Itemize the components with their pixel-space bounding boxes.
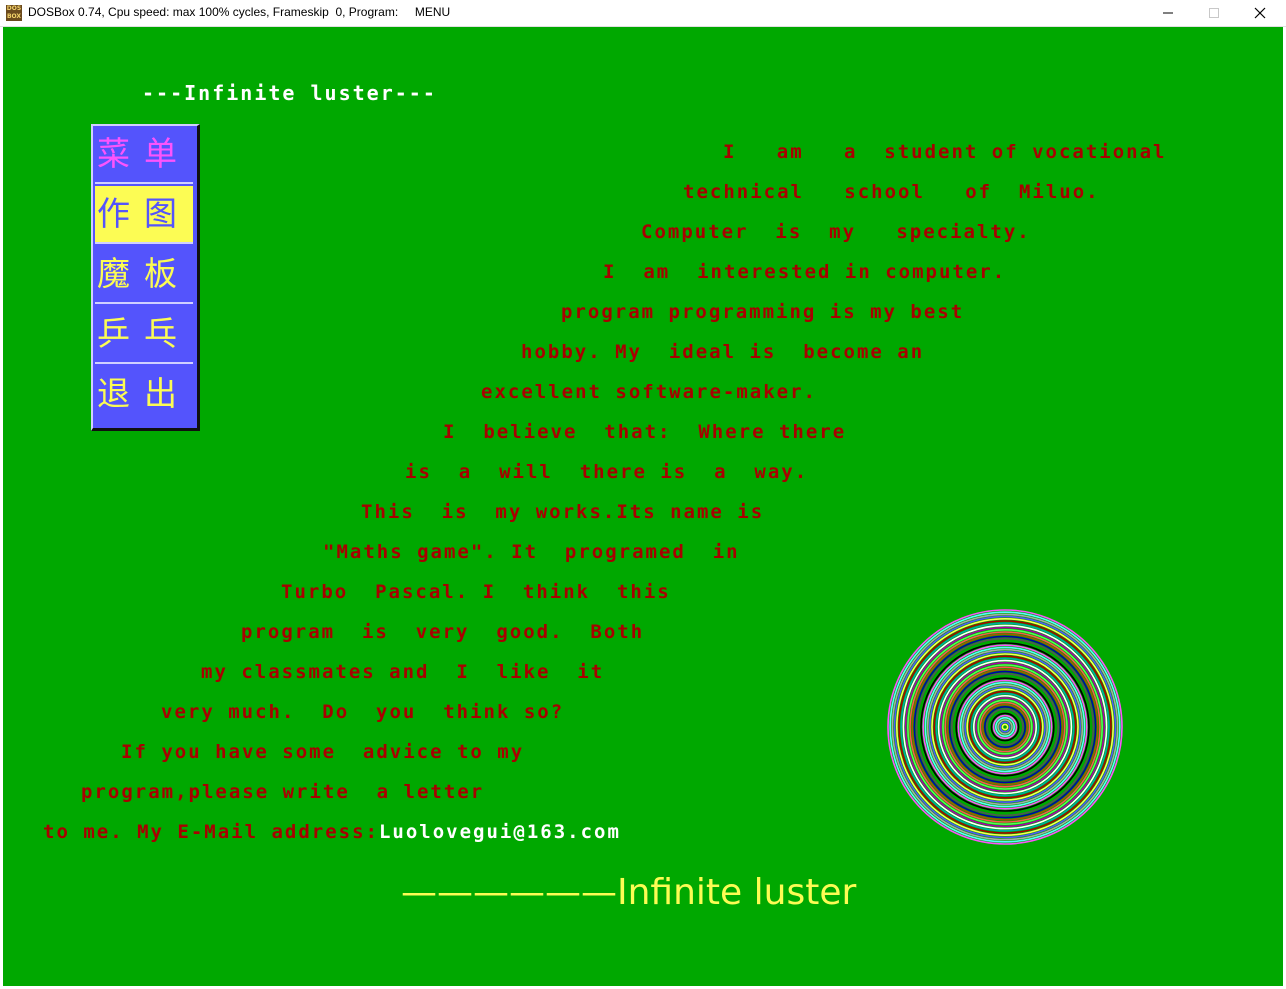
story-line: Turbo Pascal. I think this: [281, 581, 671, 603]
dosbox-icon[interactable]: DOS BOX: [6, 5, 22, 21]
story-line: This is my works.Its name is: [361, 501, 765, 523]
ring: [920, 642, 1090, 812]
story-line: my classmates and I like it: [201, 661, 605, 683]
story-line: I am interested in computer.: [603, 261, 1007, 283]
menu-item-label: 菜单: [97, 134, 191, 173]
dos-screen[interactable]: ---Infinite luster--- 菜单 作图 魔板 乒乓 退出 I a…: [3, 27, 1283, 986]
footer-signature: ——————Infinite luster: [401, 872, 857, 913]
menu-item-magic-board[interactable]: 魔板: [95, 246, 193, 304]
ring: [926, 648, 1084, 806]
ring: [898, 620, 1112, 834]
ring: [986, 708, 1024, 746]
ring: [942, 664, 1068, 790]
menu-item-label: 魔板: [97, 254, 191, 293]
menu-item-label: 退出: [97, 374, 191, 413]
window-title: DOSBox 0.74, Cpu speed: max 100% cycles,…: [28, 5, 451, 19]
menu-item-draw[interactable]: 作图: [95, 186, 193, 244]
email-address: Luolovegui@163.com: [378, 821, 621, 843]
story-line: hobby. My ideal is become an: [521, 341, 925, 363]
minimize-button[interactable]: [1145, 0, 1191, 26]
story-line: excellent software-maker.: [481, 381, 817, 403]
close-button[interactable]: [1237, 0, 1283, 26]
ring: [992, 714, 1018, 740]
ring: [970, 692, 1040, 762]
email-label: to me. My E-Mail address:: [43, 821, 379, 843]
title-bar[interactable]: DOS BOX DOSBox 0.74, Cpu speed: max 100% …: [0, 0, 1286, 27]
ring: [1001, 723, 1009, 731]
story-line: technical school of Miluo.: [683, 181, 1100, 203]
ring: [964, 686, 1046, 768]
concentric-rings-graphic: [887, 609, 1123, 845]
maximize-button[interactable]: [1191, 0, 1237, 26]
maximize-icon: [1209, 8, 1219, 18]
menu-item-label: 乒乓: [97, 314, 191, 353]
story-line: program,please write a letter: [81, 781, 485, 803]
minimize-icon: [1163, 12, 1173, 14]
menu-item-menu[interactable]: 菜单: [95, 126, 193, 184]
program-title: ---Infinite luster---: [142, 81, 437, 105]
story-line: program is very good. Both: [241, 621, 645, 643]
close-icon: [1254, 7, 1266, 19]
main-menu[interactable]: 菜单 作图 魔板 乒乓 退出: [91, 124, 200, 431]
menu-item-exit[interactable]: 退出: [95, 366, 193, 422]
story-line: I believe that: Where there: [443, 421, 847, 443]
menu-item-ping-pong[interactable]: 乒乓: [95, 306, 193, 364]
story-line: "Maths game". It programed in: [323, 541, 740, 563]
story-line: very much. Do you think so?: [161, 701, 565, 723]
story-line: program programming is my best: [561, 301, 965, 323]
story-line: Computer is my specialty.: [641, 221, 1031, 243]
story-line: is a will there is a way.: [405, 461, 809, 483]
story-line: If you have some advice to my: [121, 741, 525, 763]
story-line: I am a student of vocational: [723, 141, 1167, 163]
ring: [904, 626, 1106, 828]
story-line: to me. My E-Mail address:Luolovegui@163.…: [43, 821, 621, 843]
menu-item-label: 作图: [97, 194, 191, 233]
ring: [948, 670, 1062, 784]
